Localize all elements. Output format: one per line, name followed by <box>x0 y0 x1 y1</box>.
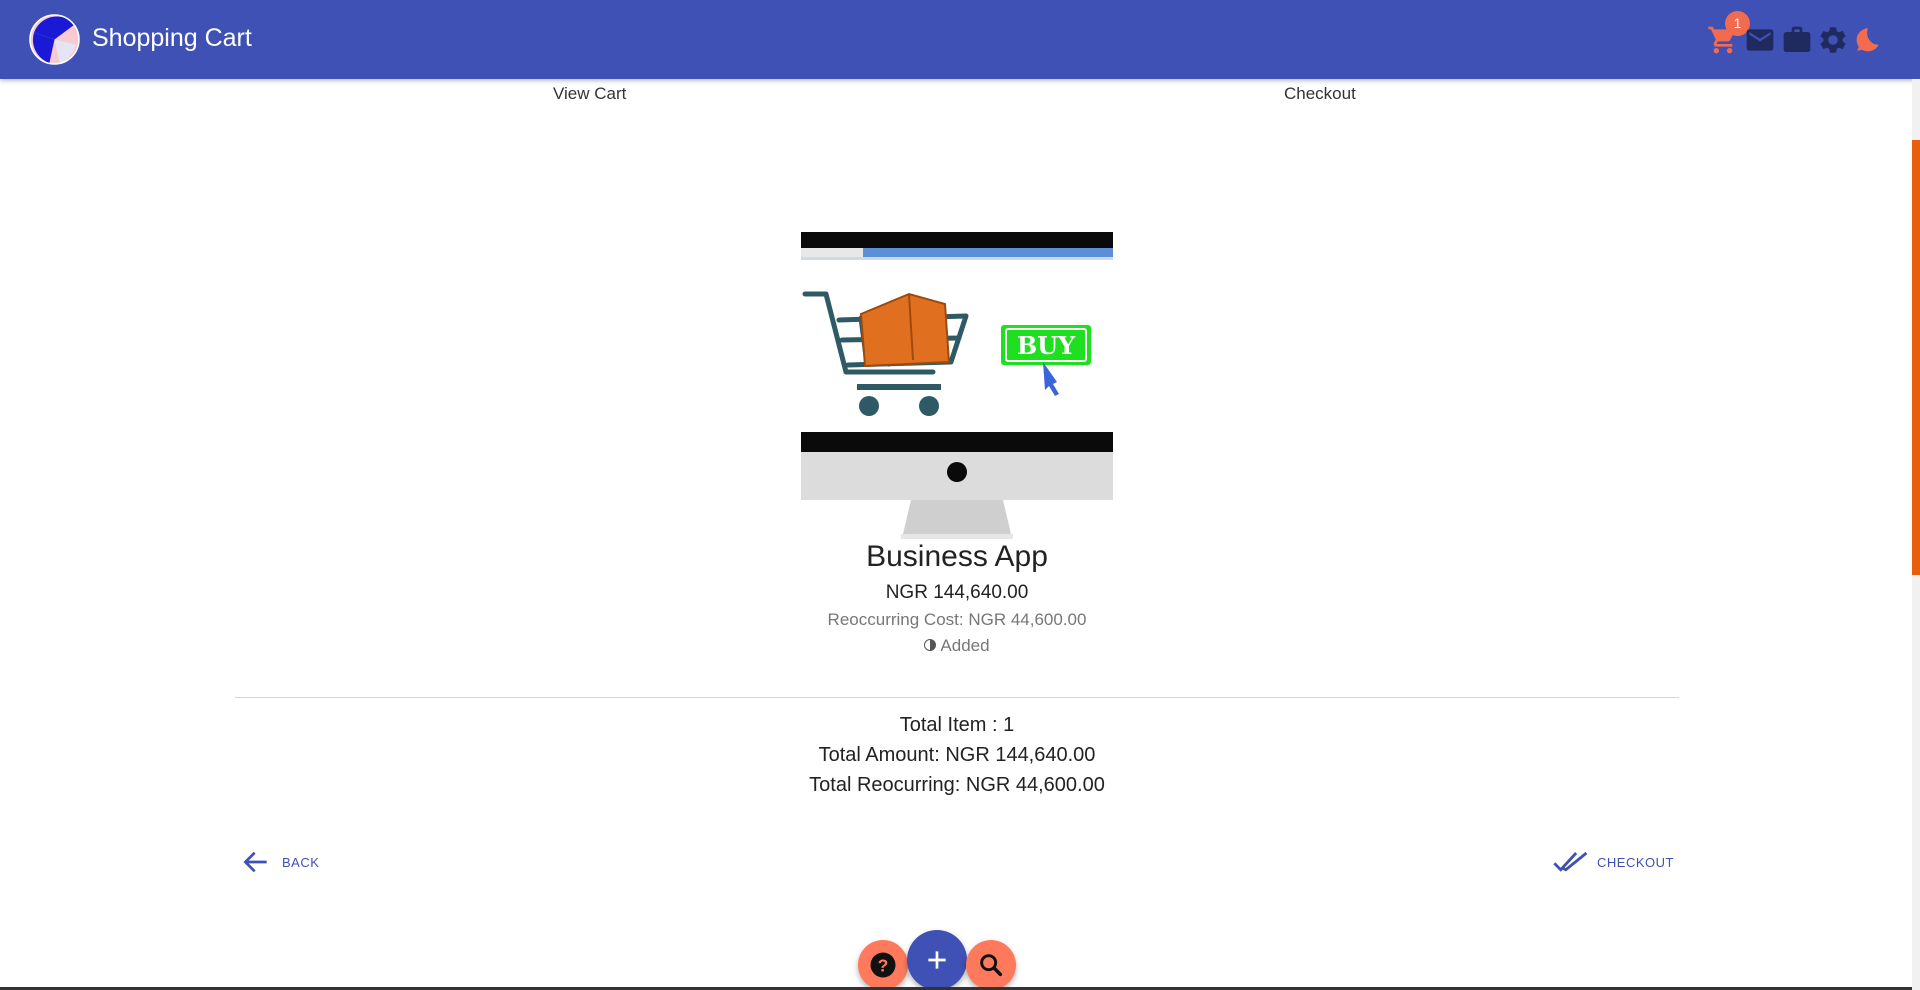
gear-icon[interactable] <box>1817 24 1849 56</box>
total-recurring: Total Reocurring: NGR 44,600.00 <box>809 774 1105 796</box>
product-recurring-cost: Reoccurring Cost: NGR 44,600.00 <box>827 610 1087 629</box>
total-amount: Total Amount: NGR 144,640.00 <box>818 744 1096 766</box>
product-name: Business App <box>866 540 1048 573</box>
double-check-icon <box>1553 851 1588 872</box>
checkout-button-label: CHECKOUT <box>1597 854 1674 870</box>
product-status-label: Added <box>940 636 990 655</box>
app-title: Shopping Cart <box>92 24 252 52</box>
product-status: Added <box>760 636 1154 656</box>
arrow-left-icon <box>243 851 267 873</box>
svg-text:?: ? <box>878 955 889 975</box>
scrollbar-thumb[interactable] <box>1912 140 1920 575</box>
product-price: NGR 144,640.00 <box>885 582 1029 603</box>
help-icon: ? <box>870 952 896 978</box>
add-fab[interactable] <box>907 930 967 990</box>
add-icon <box>928 951 946 969</box>
buy-button-graphic-text: BUY <box>1017 331 1076 360</box>
checkout-button[interactable]: CHECKOUT <box>1553 842 1674 882</box>
total-items: Total Item : 1 <box>899 714 1015 736</box>
search-icon <box>980 954 1003 977</box>
app-logo-icon[interactable] <box>29 14 80 65</box>
back-button-label: BACK <box>282 854 320 870</box>
tab-checkout[interactable]: Checkout <box>1284 84 1356 104</box>
briefcase-icon[interactable] <box>1781 24 1813 56</box>
added-status-icon <box>924 639 937 651</box>
app-bar: Shopping Cart 1 <box>0 0 1920 79</box>
search-fab[interactable] <box>966 940 1016 990</box>
tab-view-cart[interactable]: View Cart <box>553 84 626 104</box>
mail-icon[interactable] <box>1744 24 1776 56</box>
help-fab[interactable]: ? <box>858 940 908 990</box>
product-image: BUY <box>801 232 1113 539</box>
divider <box>235 697 1679 698</box>
back-button[interactable]: BACK <box>240 842 319 882</box>
theme-icon[interactable] <box>1852 24 1884 56</box>
